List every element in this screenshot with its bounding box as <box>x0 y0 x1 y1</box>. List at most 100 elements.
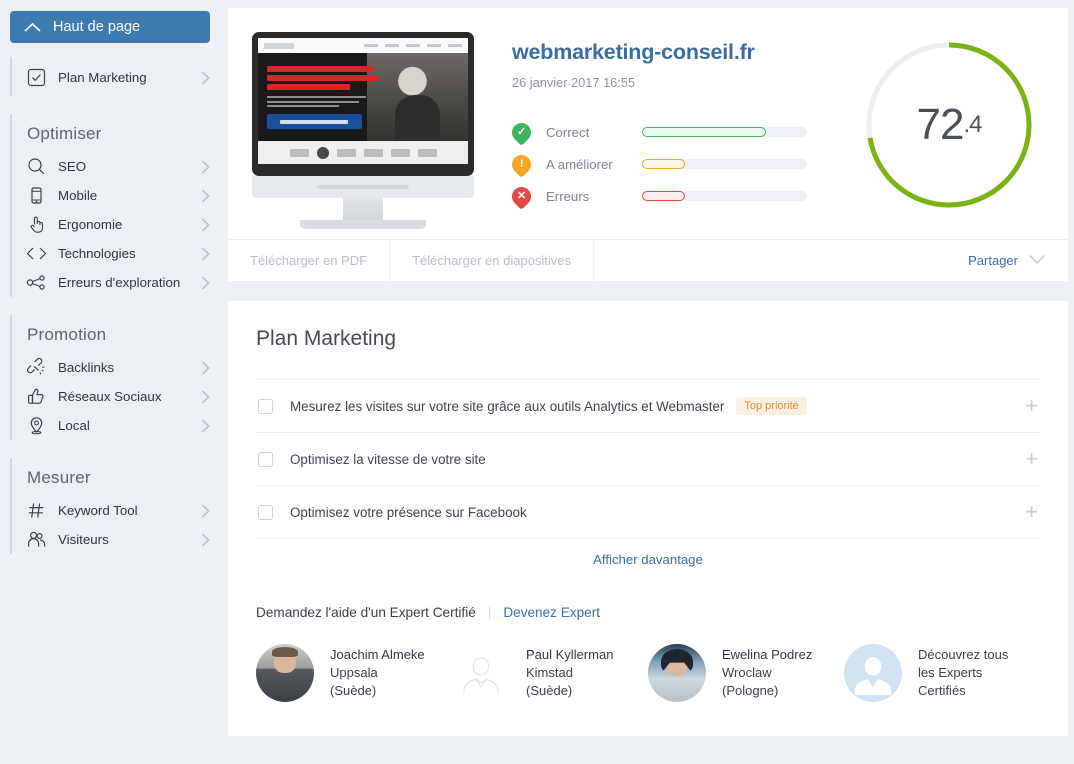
expert-city: Uppsala <box>330 665 378 680</box>
discover-line-1: Découvrez tous <box>918 647 1009 662</box>
sidebar-item-label: Technologies <box>58 246 136 261</box>
monitor-chin <box>252 176 474 198</box>
sidebar-item-plan-marketing[interactable]: Plan Marketing <box>26 63 228 92</box>
chevron-right-icon <box>201 188 210 203</box>
task-label: Mesurez les visites sur votre site grâce… <box>290 398 725 414</box>
hand-pointer-icon <box>26 215 47 234</box>
screenshot-logo-strip <box>258 141 468 164</box>
sidebar-group-plan: Plan Marketing <box>0 57 228 96</box>
screenshot-headline <box>267 66 383 129</box>
main-content: webmarketing-conseil.fr 26 janvier 2017 … <box>228 0 1074 764</box>
sidebar-group-promotion: Promotion Backlinks Réseaux Sociaux Loca… <box>0 315 228 440</box>
download-pdf-button[interactable]: Télécharger en PDF <box>228 240 391 281</box>
expert-country: (Pologne) <box>722 683 779 698</box>
status-badge: Top priorité <box>736 397 807 415</box>
screenshot-nav-links <box>364 44 462 47</box>
screenshot-hero <box>258 53 468 141</box>
chevron-right-icon <box>201 418 210 433</box>
sidebar-item-keyword-tool[interactable]: Keyword Tool <box>26 496 228 525</box>
screenshot-cta-button <box>267 114 362 129</box>
sidebar-group-mesurer: Mesurer Keyword Tool Visiteurs <box>0 458 228 554</box>
chevron-right-icon <box>201 389 210 404</box>
legend-row-correct: ✓ Correct <box>508 116 854 148</box>
expand-plus-icon[interactable]: + <box>1025 448 1038 470</box>
experts-list: Joachim Almeke Uppsala (Suède) Paul Kyll… <box>256 644 1040 702</box>
marketing-plan-card: Plan Marketing Mesurez les visites sur v… <box>228 301 1068 736</box>
expert-card[interactable]: Ewelina Podrez Wroclaw (Pologne) <box>648 644 844 702</box>
search-icon <box>26 157 47 176</box>
legend-progress-ameliorer <box>642 159 807 169</box>
expert-card[interactable]: Paul Kyllerman Kimstad (Suède) <box>452 644 648 702</box>
check-badge-icon: ✓ <box>508 118 535 146</box>
sidebar-item-label: SEO <box>58 159 87 174</box>
task-checkbox[interactable] <box>258 451 273 467</box>
sidebar-group-title: Mesurer <box>27 468 91 487</box>
legend-label: Correct <box>546 124 590 140</box>
task-checkbox[interactable] <box>258 504 273 520</box>
legend-label: A améliorer <box>546 156 613 172</box>
screenshot-site-nav <box>258 38 468 53</box>
mobile-icon <box>26 186 47 205</box>
avatar <box>256 644 314 702</box>
expert-card[interactable]: Joachim Almeke Uppsala (Suède) <box>256 644 452 702</box>
sidebar-item-erreurs-exploration[interactable]: Erreurs d'exploration <box>26 268 228 297</box>
expert-name: Ewelina Podrez <box>722 647 813 662</box>
share-button[interactable]: Partager <box>968 240 1068 281</box>
expert-details: Joachim Almeke Uppsala (Suède) <box>330 646 425 700</box>
task-row[interactable]: Optimisez la vitesse de votre site + <box>256 432 1040 485</box>
sidebar-item-label: Réseaux Sociaux <box>58 389 162 404</box>
sidebar-item-backlinks[interactable]: Backlinks <box>26 353 228 382</box>
sidebar-item-visiteurs[interactable]: Visiteurs <box>26 525 228 554</box>
chevron-right-icon <box>201 159 210 174</box>
site-thumbnail <box>252 26 474 229</box>
score-value-wrap: 72.4 <box>862 38 1036 212</box>
expand-plus-icon[interactable]: + <box>1025 501 1038 523</box>
legend-row-erreurs: ✕ Erreurs <box>508 180 854 212</box>
hash-icon <box>26 501 47 520</box>
expand-plus-icon[interactable]: + <box>1025 395 1038 417</box>
chevron-right-icon <box>201 532 210 547</box>
divider: | <box>487 605 492 620</box>
sidebar-item-seo[interactable]: SEO <box>26 152 228 181</box>
expert-city: Wroclaw <box>722 665 772 680</box>
sidebar-item-mobile[interactable]: Mobile <box>26 181 228 210</box>
sidebar-item-label: Local <box>58 418 90 433</box>
sitemap-icon <box>26 273 47 292</box>
sidebar-group-title: Optimiser <box>27 124 102 143</box>
thumbs-up-icon <box>26 387 47 406</box>
screenshot-logo <box>264 42 294 49</box>
avatar-placeholder-icon <box>844 644 902 702</box>
sidebar-item-label: Mobile <box>58 188 98 203</box>
show-more-link[interactable]: Afficher davantage <box>593 552 703 567</box>
expert-name: Paul Kyllerman <box>526 647 614 662</box>
sidebar-item-label: Erreurs d'exploration <box>58 275 181 290</box>
site-info: webmarketing-conseil.fr 26 janvier 2017 … <box>474 26 854 229</box>
sidebar-item-technologies[interactable]: Technologies <box>26 239 228 268</box>
chevron-up-icon <box>24 22 41 33</box>
sidebar-item-label: Backlinks <box>58 360 115 375</box>
sidebar-item-local[interactable]: Local <box>26 411 228 440</box>
expert-city: Kimstad <box>526 665 573 680</box>
site-domain-title[interactable]: webmarketing-conseil.fr <box>512 40 854 65</box>
site-summary-card: webmarketing-conseil.fr 26 janvier 2017 … <box>228 8 1068 281</box>
become-expert-link[interactable]: Devenez Expert <box>503 605 600 620</box>
sidebar-group-optimiser: Optimiser SEO Mobile Ergonomie Technolog… <box>0 114 228 297</box>
discover-experts-card[interactable]: Découvrez tous les Experts Certifiés <box>844 644 1040 702</box>
task-row[interactable]: Mesurez les visites sur votre site grâce… <box>256 379 1040 432</box>
score-value: 72 <box>916 100 965 149</box>
score-gauge: 72.4 <box>854 26 1044 229</box>
sidebar-item-haut-de-page[interactable]: Haut de page <box>10 11 210 43</box>
task-checkbox[interactable] <box>258 398 273 414</box>
sidebar-item-label: Visiteurs <box>58 532 109 547</box>
map-pin-icon <box>26 416 47 435</box>
expert-country: (Suède) <box>526 683 573 698</box>
download-slides-button[interactable]: Télécharger en diapositives <box>390 240 595 281</box>
sidebar-active-label: Haut de page <box>53 19 141 35</box>
share-label: Partager <box>968 253 1018 268</box>
task-row[interactable]: Optimisez votre présence sur Facebook + <box>256 485 1040 538</box>
legend-progress-correct <box>642 127 807 137</box>
broken-link-icon <box>26 358 47 377</box>
sidebar-item-reseaux-sociaux[interactable]: Réseaux Sociaux <box>26 382 228 411</box>
sidebar-item-ergonomie[interactable]: Ergonomie <box>26 210 228 239</box>
sidebar-item-label: Ergonomie <box>58 217 123 232</box>
